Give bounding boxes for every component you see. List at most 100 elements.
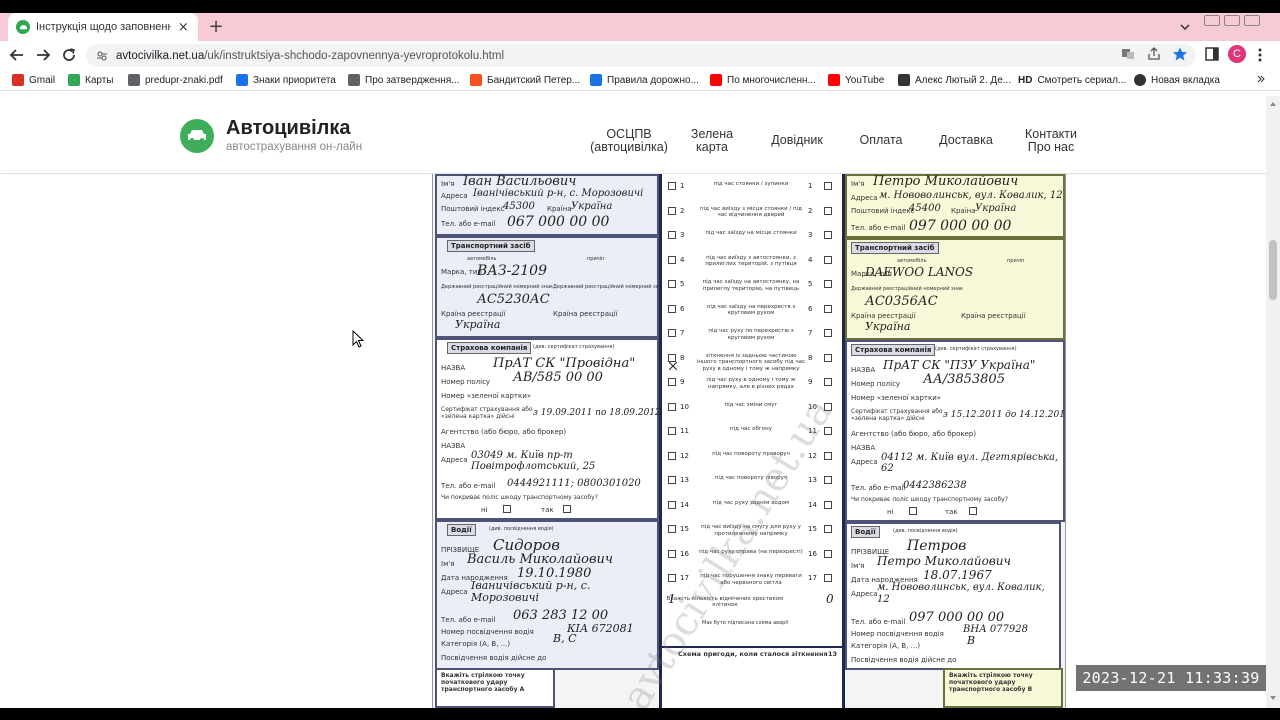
circumstance-number-b: 15 — [808, 525, 817, 533]
restore-button[interactable] — [1224, 15, 1240, 26]
circumstance-checkbox-b — [824, 427, 832, 435]
circumstance-row: 6 під час заїзду на перехрестя з круговим… — [662, 303, 842, 325]
menu-kebab-icon[interactable] — [1256, 46, 1264, 64]
tab-close-icon[interactable]: × — [177, 20, 190, 35]
profile-avatar[interactable]: C — [1228, 45, 1246, 63]
bookmark-star-icon[interactable] — [1172, 46, 1188, 62]
close-window-button[interactable] — [1244, 15, 1260, 26]
url-text: avtocivilka.net.ua/uk/instruktsiya-shcho… — [116, 49, 505, 62]
circumstance-text: під час заїзду на перехрестя з круговим … — [706, 303, 796, 317]
circumstance-row: 10 під час зміни смуг 10 — [662, 401, 842, 423]
circumstance-checkbox-b — [824, 549, 832, 558]
scroll-down-arrow-icon[interactable] — [1269, 694, 1277, 702]
youtube-icon — [828, 74, 840, 86]
circumstance-number-a: 9 — [680, 378, 685, 386]
bookmark-new-tab[interactable]: Новая вкладка — [1134, 72, 1220, 88]
bottom-black-bar — [0, 708, 1280, 720]
circumstance-number-b: 12 — [808, 451, 817, 460]
circumstance-row: 8 зіткнення із задньою частиною іншого тр… — [662, 352, 842, 374]
gmail-icon — [12, 74, 24, 86]
circumstance-checkbox-b — [824, 525, 832, 533]
scrollbar-thumb[interactable] — [1269, 240, 1277, 300]
right-owner-phone: 097 000 00 00 — [909, 218, 1012, 234]
circumstance-checkbox-a — [668, 255, 676, 264]
back-arrow-icon[interactable] — [8, 46, 26, 64]
share-icon[interactable] — [1146, 46, 1162, 62]
circumstance-text: під час заїзду на місце стоянки — [705, 230, 797, 236]
active-tab[interactable]: Інструкція щодо заповнення Єв... × — [8, 13, 198, 41]
left-damage-yes-checkbox — [563, 505, 571, 513]
right-driver-surname: Петров — [907, 538, 967, 554]
bookmark-bandit[interactable]: Бандитский Петер... — [470, 72, 580, 88]
circumstance-checkbox-a — [668, 182, 676, 190]
circumstance-checkbox-a — [668, 206, 676, 215]
bookmark-predupr[interactable]: predupr-znaki.pdf — [128, 72, 223, 88]
circumstance-number-a: 16 — [680, 549, 689, 558]
translate-icon[interactable] — [1120, 46, 1136, 62]
car-logo-icon[interactable] — [180, 119, 214, 153]
circumstance-number-a: 4 — [680, 255, 685, 264]
nav-contacts[interactable]: Контакти Про нас — [1020, 128, 1082, 154]
scroll-up-arrow-icon[interactable] — [1269, 100, 1277, 108]
bookmark-po-mnogo[interactable]: По многочисленн... — [710, 72, 816, 88]
building-icon — [348, 74, 360, 86]
left-driver-panel: Водії (див. посвідчення водія) ПРІЗВИЩЕ … — [435, 520, 659, 670]
forward-arrow-icon[interactable] — [34, 46, 52, 64]
bookmark-znaki[interactable]: Знаки приоритета — [236, 72, 336, 88]
circumstance-number-b: 8 — [808, 353, 813, 362]
tab-search-chevron-icon[interactable] — [1176, 18, 1194, 36]
bookmark-aleks[interactable]: Алекс Лютый 2. Де... — [898, 72, 1011, 88]
page-scrollbar[interactable] — [1266, 96, 1280, 708]
bookmark-serial[interactable]: HD Смотреть сериал... — [1018, 72, 1126, 88]
right-owner-panel: Ім'я Петро Миколайович Адреса м. Нововол… — [845, 174, 1065, 238]
nav-oplata[interactable]: Оплата — [856, 134, 906, 147]
nav-dovidnyk[interactable]: Довідник — [764, 134, 830, 147]
right-arrow-hint: Вкажіть стрілкою точку початкового удару… — [943, 668, 1063, 708]
circumstance-row: 16 під час руху справа (на перехресті) 16 — [662, 548, 842, 570]
circumstance-checkbox-a — [668, 231, 676, 239]
right-insurer-panel: Страхова компанія (див. сертифікат страх… — [845, 340, 1065, 522]
left-damage-no-checkbox — [503, 505, 511, 513]
left-insurer-name: ПрАТ СК "Провідна" — [493, 356, 636, 371]
bookmark-zatverd[interactable]: Про затвердження... — [348, 72, 460, 88]
circumstance-number-b: 6 — [808, 304, 813, 313]
site-logo-subtitle: автострахування он-лайн — [226, 141, 363, 153]
more-bookmarks-icon[interactable] — [1256, 74, 1266, 84]
nav-osctpv[interactable]: ОСЦПВ (автоцивілка) — [588, 128, 670, 154]
left-plate: АС5230АС — [477, 292, 550, 307]
circumstance-text: під час руху в одному і тому ж напрямку,… — [706, 377, 796, 390]
site-info-icon[interactable] — [96, 50, 108, 62]
bookmark-pravila[interactable]: Правила дорожно... — [590, 72, 699, 88]
right-owner-name: Петро Миколайович — [873, 174, 1019, 189]
minimize-button[interactable] — [1204, 15, 1220, 26]
site-logo-title[interactable]: Автоцивілка — [226, 117, 351, 140]
left-owner-name: Іван Васильович — [463, 174, 577, 189]
nav-green-card[interactable]: Зелена карта — [686, 128, 738, 154]
top-black-bar — [0, 0, 1280, 13]
circumstance-number-a: 1 — [680, 182, 685, 190]
circumstance-number-b: 4 — [808, 255, 813, 264]
flag-icon — [236, 74, 248, 86]
circumstance-text: під час порушення знаку переваги або чер… — [700, 573, 802, 586]
left-owner-panel: Ім'я Іван Васильович Адреса Іванічівськи… — [435, 174, 659, 236]
circumstance-text: під час руху заднім ходом — [712, 499, 790, 506]
bookmark-youtube[interactable]: YouTube — [828, 72, 884, 88]
reload-icon[interactable] — [60, 46, 78, 64]
circumstance-number-b: 5 — [808, 280, 813, 288]
circumstance-number-b: 13 — [808, 476, 817, 484]
circumstance-checkbox-b — [824, 206, 832, 215]
circumstance-checkbox-a — [668, 353, 678, 370]
new-tab-button[interactable]: + — [206, 16, 226, 37]
address-bar-row: avtocivilka.net.ua/uk/instruktsiya-shcho… — [0, 41, 1280, 69]
circumstance-text: зіткнення із задньою частиною іншого тра… — [696, 352, 806, 372]
circumstance-number-b: 9 — [808, 378, 813, 386]
circumstance-row: 11 під час обгону 11 — [662, 425, 842, 447]
bookmark-gmail[interactable]: Gmail — [12, 72, 55, 88]
circumstance-text: під час виїзду на смугу для руху у проти… — [701, 524, 801, 537]
url-omnibox[interactable]: avtocivilka.net.ua/uk/instruktsiya-shcho… — [86, 44, 1196, 67]
circumstance-text: під час стоянки / зупинки — [713, 181, 789, 187]
bookmark-maps[interactable]: Карты — [68, 72, 114, 88]
nav-dostavka[interactable]: Доставка — [936, 134, 996, 147]
circumstances-column: Вкажіть кількість відмічених хрестиком к… — [659, 174, 845, 708]
side-panel-icon[interactable] — [1204, 46, 1220, 62]
